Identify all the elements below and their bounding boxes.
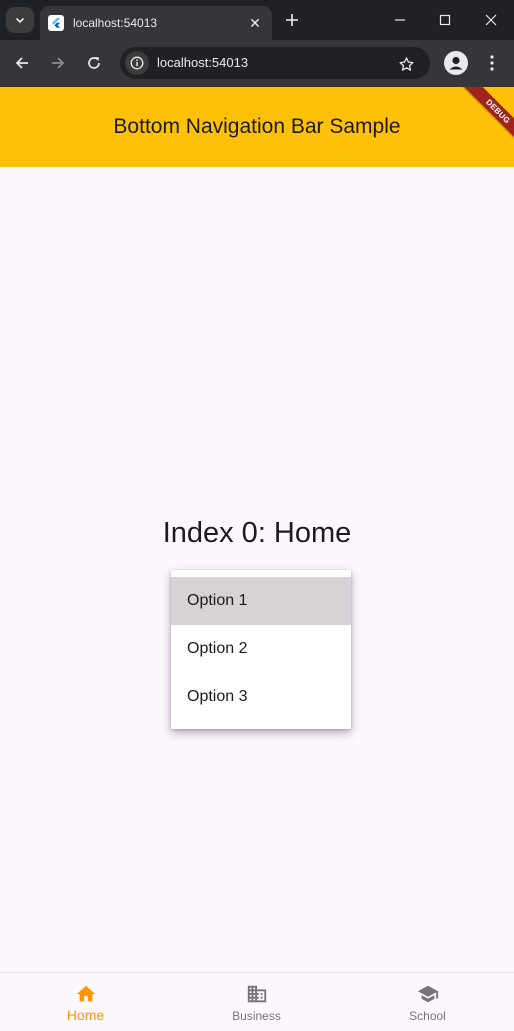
popup-menu: Option 1 Option 2 Option 3: [171, 570, 351, 729]
app-bar-title: Bottom Navigation Bar Sample: [113, 115, 401, 138]
nav-item-business[interactable]: Business: [171, 973, 342, 1031]
selected-index-text: Index 0: Home: [162, 517, 352, 549]
minimize-icon: [395, 19, 405, 21]
tab-title: localhost:54013: [73, 16, 158, 30]
nav-label-business: Business: [232, 1009, 281, 1023]
arrow-right-icon: [52, 57, 65, 69]
browser-menu-button[interactable]: [480, 51, 504, 75]
arrow-left-icon: [15, 57, 28, 69]
back-button[interactable]: [9, 50, 35, 76]
nav-label-home: Home: [66, 1007, 105, 1023]
bottom-navigation-bar: Home Business School: [0, 972, 514, 1031]
home-icon: [74, 982, 98, 1006]
menu-option-1[interactable]: Option 1: [171, 577, 351, 625]
forward-button[interactable]: [45, 50, 71, 76]
bookmark-button[interactable]: [395, 53, 417, 75]
page-body: Index 0: Home Option 1 Option 2 Option 3: [0, 167, 514, 972]
flutter-favicon-icon: [48, 15, 64, 31]
close-tab-icon[interactable]: ✕: [246, 14, 264, 32]
browser-tab[interactable]: localhost:54013 ✕: [40, 6, 272, 40]
star-icon: [398, 56, 414, 71]
nav-item-school[interactable]: School: [342, 973, 513, 1031]
app-bar: Bottom Navigation Bar Sample DEBUG: [0, 87, 514, 167]
profile-button[interactable]: [444, 51, 468, 75]
minimize-window-button[interactable]: [386, 6, 414, 34]
browser-tab-strip: localhost:54013 ✕: [0, 0, 514, 40]
nav-item-home[interactable]: Home: [0, 973, 171, 1031]
school-icon: [416, 982, 440, 1006]
maximize-window-button[interactable]: [431, 6, 459, 34]
address-bar[interactable]: localhost:54013: [120, 47, 430, 79]
close-icon: [485, 14, 497, 26]
site-info-button[interactable]: [125, 51, 149, 75]
person-icon: [449, 56, 463, 70]
more-vertical-icon: [490, 55, 494, 71]
nav-label-school: School: [409, 1009, 446, 1023]
url-text: localhost:54013: [157, 55, 249, 70]
menu-option-2[interactable]: Option 2: [171, 625, 351, 673]
chevron-down-icon: [15, 17, 25, 24]
close-window-button[interactable]: [477, 6, 505, 34]
menu-option-3[interactable]: Option 3: [171, 673, 351, 721]
reload-button[interactable]: [81, 50, 107, 76]
info-icon: [130, 56, 144, 70]
maximize-icon: [439, 14, 451, 26]
new-tab-button[interactable]: [280, 8, 304, 32]
tab-search-button[interactable]: [6, 7, 34, 33]
browser-toolbar: localhost:54013: [0, 40, 514, 87]
plus-icon: [286, 14, 298, 26]
reload-icon: [88, 57, 100, 69]
business-icon: [245, 982, 269, 1006]
